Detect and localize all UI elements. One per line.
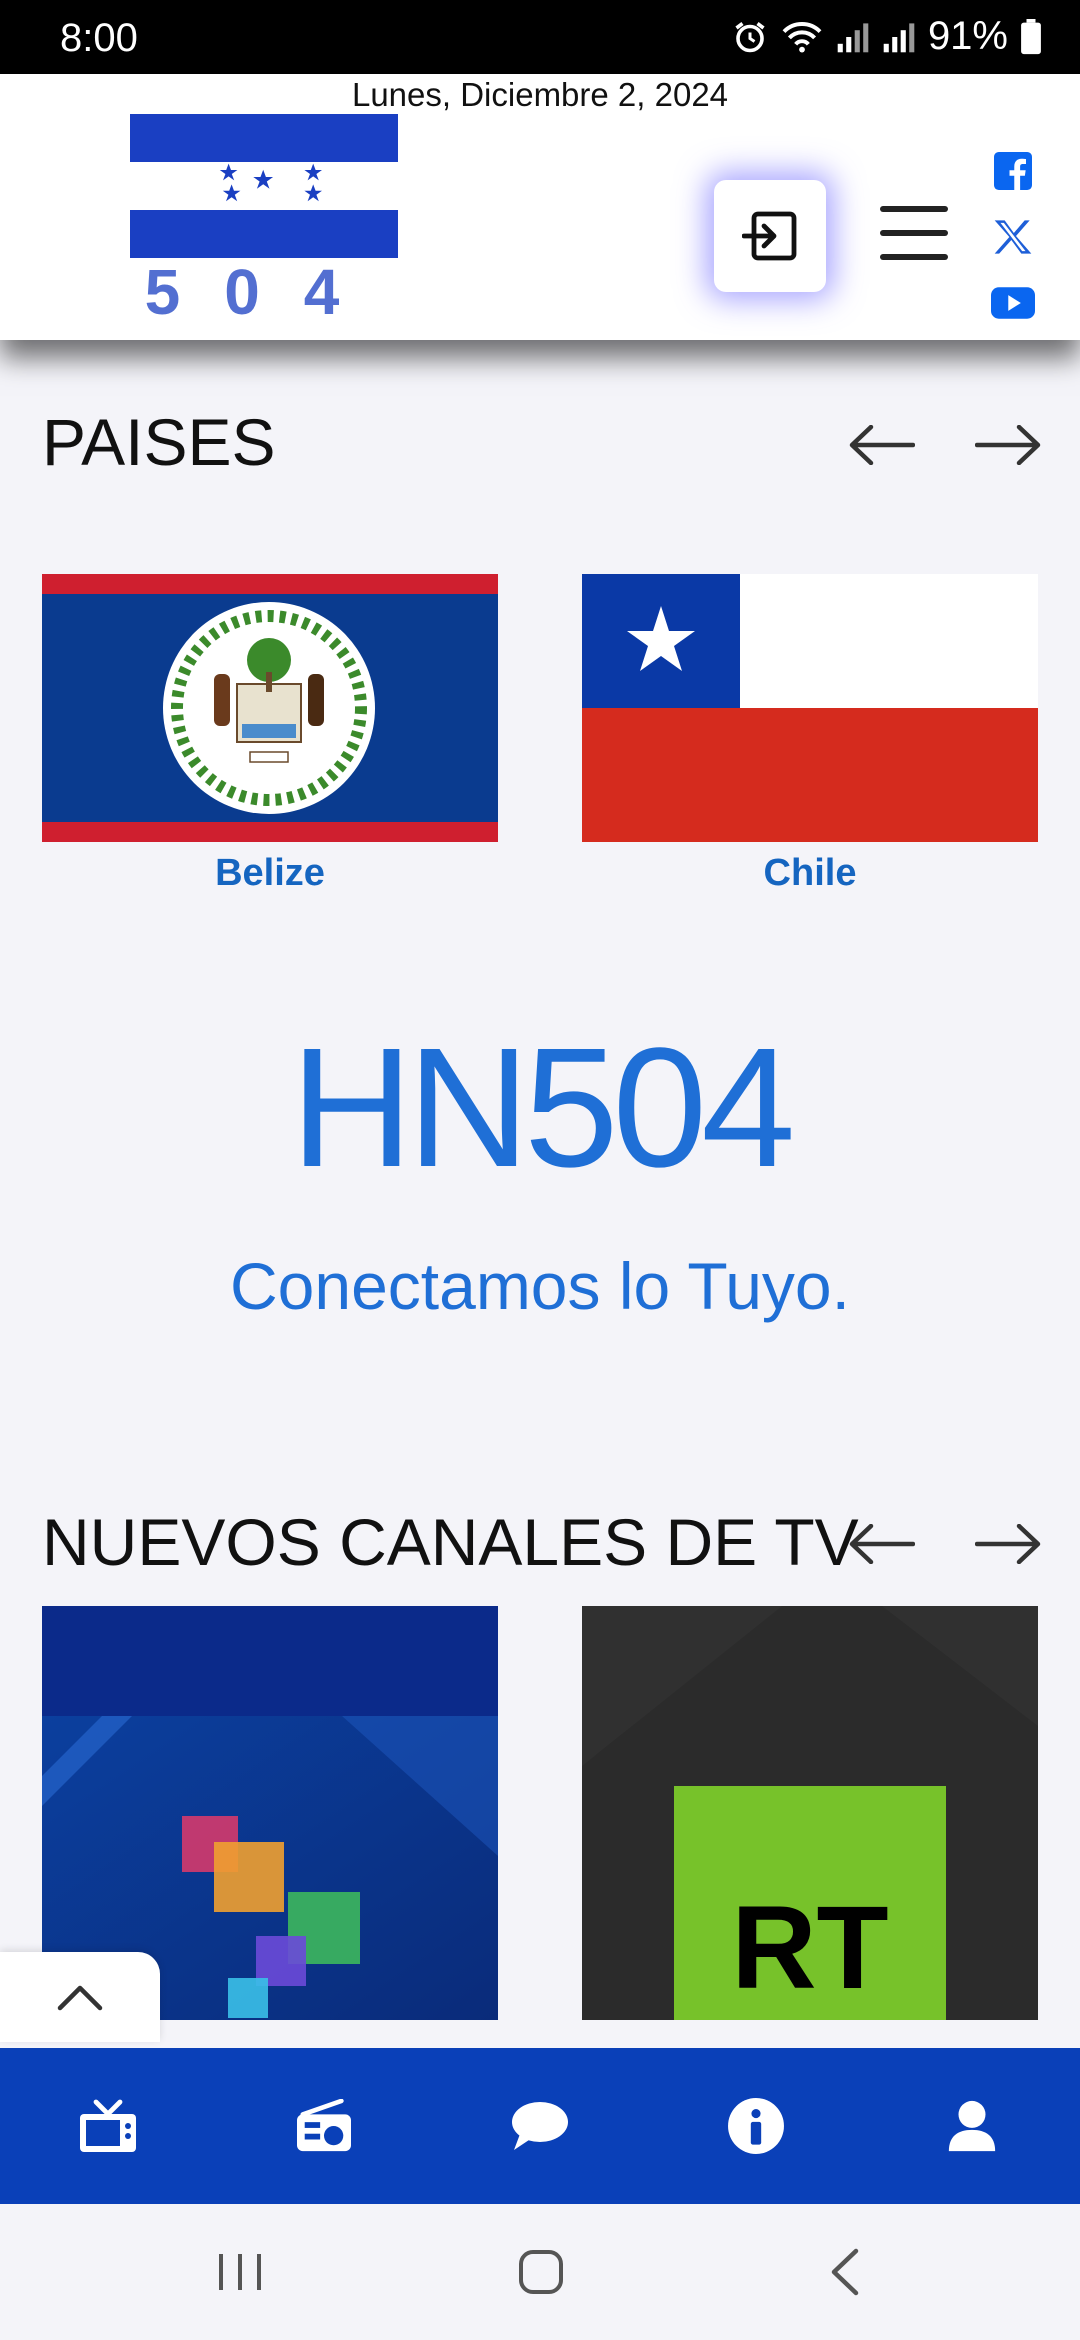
countries-section-title: PAISES [42,405,276,479]
country-card-chile[interactable]: Chile [582,574,1038,895]
system-navigation-bar [0,2204,1080,2340]
recent-apps-button[interactable] [205,2244,275,2300]
nav-profile[interactable] [912,2066,1032,2186]
content-fade [0,2020,1080,2048]
menu-bar [880,254,948,260]
hamburger-menu-button[interactable] [880,204,952,264]
home-icon [519,2250,563,2294]
radio-icon [297,2099,351,2152]
alarm-icon [735,21,765,52]
site-logo[interactable]: 504 [130,114,398,324]
back-button[interactable] [810,2244,880,2300]
status-time: 8:00 [60,16,138,60]
rt-logo-text: RT [731,1882,888,2014]
brand-name: HN504 [290,1013,795,1203]
country-label-chile: Chile [763,852,857,894]
login-button[interactable] [714,180,826,292]
brand-tagline: Conectamos lo Tuyo. [230,1249,850,1323]
site-header: Lunes, Diciembre 2, 2024 504 [0,74,1080,340]
status-icons: 91% [732,14,1042,59]
tv-section-title: NUEVOS CANALES DE TV [42,1505,859,1579]
rt-channel-thumbnail: RT [582,1606,1038,2020]
header-date: Lunes, Diciembre 2, 2024 [351,76,729,113]
nav-chat[interactable] [480,2066,600,2186]
info-icon [728,2098,784,2154]
user-icon [948,2100,996,2152]
tv-channel-card-rt[interactable]: RT [582,1606,1038,2020]
status-bar: 8:00 91% [0,0,1080,74]
x-icon[interactable] [990,214,1036,260]
chile-flag [582,574,1038,842]
nav-info[interactable] [696,2066,816,2186]
country-card-belize[interactable]: Belize [42,574,498,895]
belize-flag [42,574,498,842]
nav-radio[interactable] [264,2066,384,2186]
battery-percent: 91% [927,14,1008,58]
menu-bar [880,230,948,236]
countries-prev-arrow[interactable] [849,425,915,465]
battery-icon [1021,18,1041,54]
tv-next-arrow[interactable] [975,1524,1041,1564]
login-icon [742,211,797,261]
country-label-belize: Belize [215,852,325,894]
chat-icon [512,2102,568,2150]
facebook-icon[interactable] [990,148,1036,194]
home-button[interactable] [506,2244,576,2300]
tv-icon [80,2099,136,2152]
tv-prev-arrow[interactable] [849,1524,915,1564]
back-icon [831,2248,859,2296]
logo-504-text: 504 [145,256,384,324]
signal-icon [883,22,915,52]
recent-apps-icon [219,2254,261,2290]
app-screen: 8:00 91% Lunes, Diciembre 2, 2024 504 PA… [0,0,1080,2340]
wifi-icon [782,21,822,52]
menu-bar [880,206,948,212]
bottom-navigation [0,2048,1080,2204]
youtube-icon[interactable] [990,280,1036,326]
countries-next-arrow[interactable] [975,425,1041,465]
nav-tv[interactable] [48,2066,168,2186]
signal-icon [837,22,869,52]
scroll-to-top-button[interactable] [0,1952,160,2042]
chevron-up-icon [57,1985,103,2011]
